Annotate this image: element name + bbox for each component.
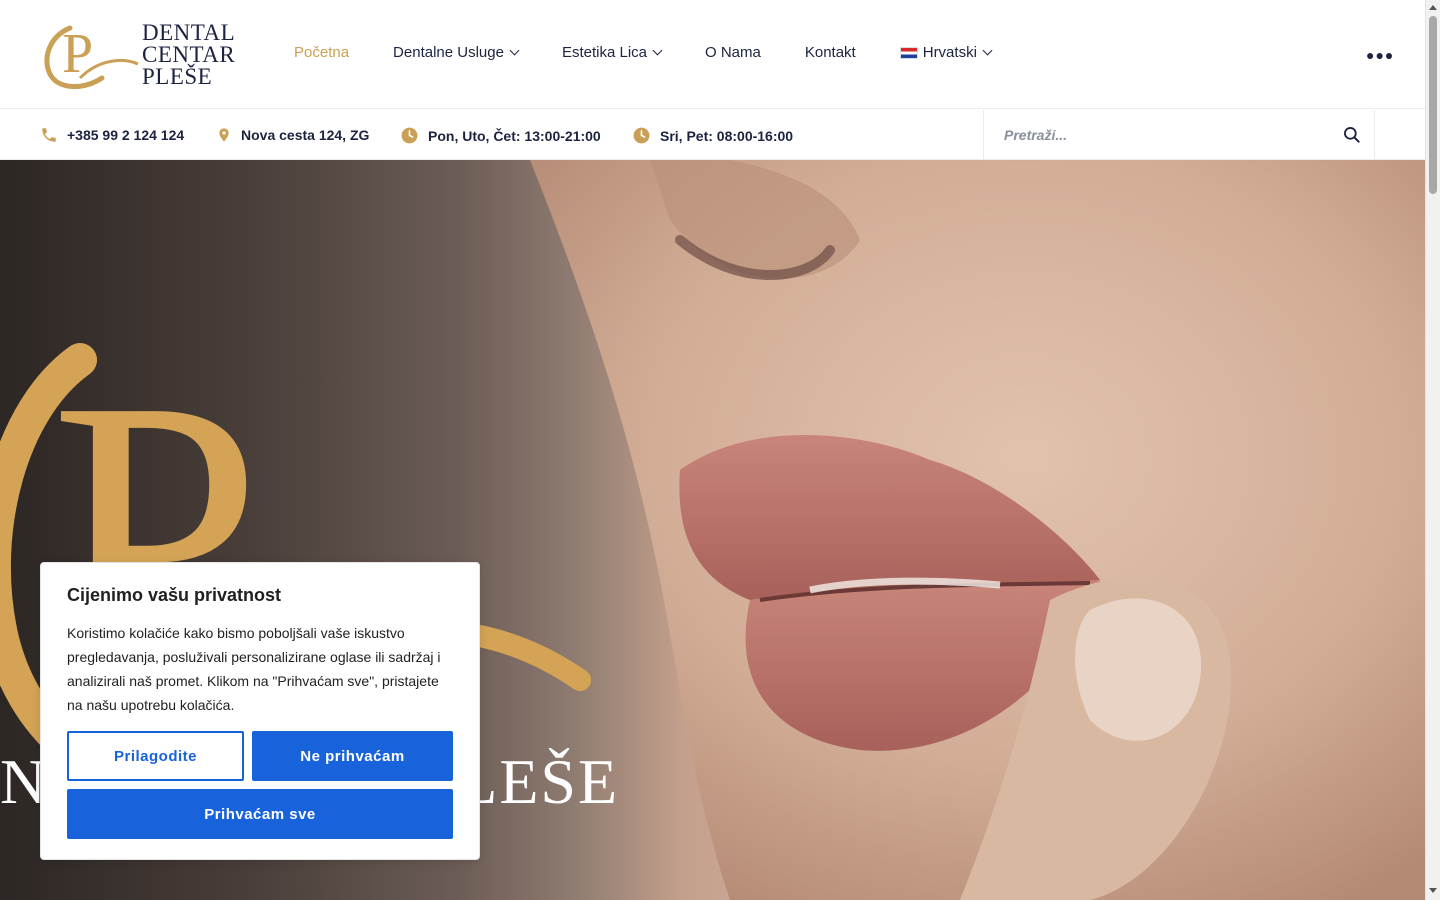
croatian-flag-icon [899,46,918,59]
reject-button[interactable]: Ne prihvaćam [252,731,453,781]
clock-icon [633,127,650,144]
chevron-down-icon [982,45,993,56]
hours-info-2: Sri, Pet: 08:00-16:00 [632,126,793,145]
accept-all-button[interactable]: Prihvaćam sve [67,789,453,839]
chevron-down-icon [652,45,663,56]
search-input[interactable] [1004,124,1324,146]
logo-line-dental: DENTAL [142,20,236,45]
clock-icon [401,127,418,144]
hours-info-1: Pon, Uto, Čet: 13:00-21:00 [400,126,601,145]
page-scrollbar[interactable] [1425,0,1440,900]
nav-item-kontakt[interactable]: Kontakt [805,44,856,61]
ellipsis-icon[interactable]: ●●● [1366,47,1394,63]
customize-button[interactable]: Prilagodite [67,731,244,781]
nav-item-label: Estetika Lica [561,44,647,61]
logo-wordmark: DENTAL CENTAR PLEŠE [142,20,236,89]
chevron-down-icon [509,45,520,56]
scroll-down-arrow-icon[interactable] [1429,888,1437,893]
logo-monogram-icon: P [44,23,139,90]
cookie-title: Cijenimo vašu privatnost [67,585,282,605]
scrollbar-thumb[interactable] [1429,16,1437,194]
phone-number: +385 99 2 124 124 [67,127,185,143]
address-text: Nova cesta 124, ZG [241,127,370,143]
nav-item-label: O Nama [705,44,761,61]
hero-lips-image [530,160,1425,900]
nav-item-o-nama[interactable]: O Nama [705,44,761,61]
search-box [983,110,1375,160]
address-info: Nova cesta 124, ZG [216,126,369,144]
phone-icon [42,128,56,142]
main-nav: Početna Dentalne Usluge Estetika Lica O … [294,44,1035,61]
nav-item-label: Kontakt [804,44,856,61]
hero-title-right: LEŠE [458,746,620,817]
language-label: Hrvatski [922,44,977,61]
phone-info[interactable]: +385 99 2 124 124 [40,126,184,144]
info-bar: +385 99 2 124 124 Nova cesta 124, ZG Pon… [0,110,1425,160]
nav-item-estetika-lica[interactable]: Estetika Lica [561,44,663,61]
logo-line-centar: CENTAR [142,42,236,67]
hours-text: Sri, Pet: 08:00-16:00 [660,127,794,144]
nav-item-label: Dentalne Usluge [393,44,504,61]
svg-text:P: P [62,23,93,85]
page: P DENTAL CENTAR PLEŠE Početna Dentalne U… [0,0,1425,900]
cookie-text: Koristimo kolačiće kako bismo poboljšali… [67,625,441,713]
logo-line-plese: PLEŠE [142,64,213,89]
logo[interactable]: P DENTAL CENTAR PLEŠE [40,18,240,90]
cookie-consent-dialog: Cijenimo vašu privatnost Koristimo kolač… [40,562,480,860]
nav-item-label: Početna [294,44,350,61]
hours-text: Pon, Uto, Čet: 13:00-21:00 [428,127,601,144]
language-switcher[interactable]: Hrvatski [899,44,993,61]
search-icon[interactable] [1342,125,1362,145]
nav-item-pocetna[interactable]: Početna [294,44,349,61]
location-pin-icon [219,128,229,142]
site-header: P DENTAL CENTAR PLEŠE Početna Dentalne U… [0,0,1425,109]
nav-item-dentalne-usluge[interactable]: Dentalne Usluge [393,44,520,61]
scroll-up-arrow-icon[interactable] [1429,5,1437,10]
